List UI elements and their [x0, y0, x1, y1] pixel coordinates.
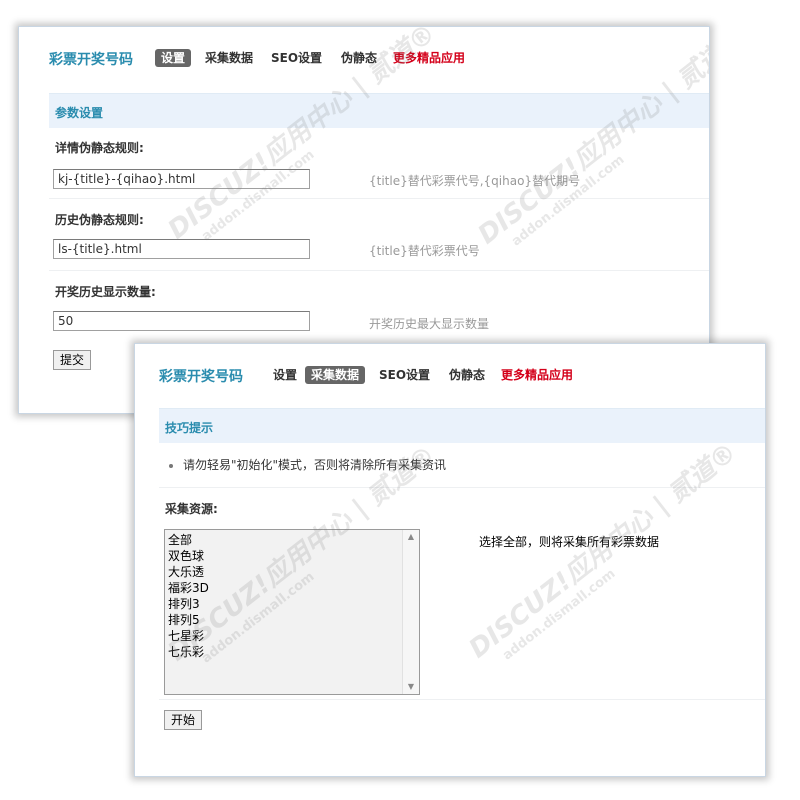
source-option[interactable]: 大乐透 [168, 564, 209, 580]
listbox-scrollbar[interactable]: ▲ ▼ [402, 530, 419, 694]
scroll-up-icon[interactable]: ▲ [403, 530, 419, 544]
section-title: 技巧提示 [165, 421, 214, 435]
collect-panel: 彩票开奖号码 设置 采集数据 SEO设置 伪静态 更多精品应用 技巧提示 请勿轻… [134, 343, 766, 777]
watermark-brand: DISCUZ!应用中心 | 贰道® [463, 437, 743, 665]
watermark: DISCUZ!应用中心 | 贰道® addon.dismall.com [460, 433, 752, 677]
section-title: 参数设置 [55, 106, 104, 120]
source-option[interactable]: 七乐彩 [168, 644, 209, 660]
divider [49, 270, 709, 271]
history-count-input[interactable] [53, 311, 310, 331]
section-header: 参数设置 [49, 93, 709, 128]
watermark-url: addon.dismall.com [509, 152, 628, 250]
tab-settings[interactable]: 设置 [155, 49, 192, 67]
watermark-url: addon.dismall.com [500, 566, 619, 664]
top-nav: 彩票开奖号码 设置 采集数据 SEO设置 伪静态 更多精品应用 [159, 364, 759, 386]
detail-rule-hint: {title}替代彩票代号,{qihao}替代期号 [369, 174, 581, 188]
source-note: 选择全部，则将采集所有彩票数据 [479, 535, 660, 549]
tab-seo-settings[interactable]: SEO设置 [373, 366, 436, 384]
submit-button[interactable]: 提交 [53, 350, 92, 370]
detail-rule-label: 详情伪静态规则: [55, 141, 144, 155]
source-option[interactable]: 排列5 [168, 612, 209, 628]
detail-rule-input[interactable] [53, 169, 310, 189]
source-options: 全部 双色球 大乐透 福彩3D 排列3 排列5 七星彩 七乐彩 [168, 532, 209, 660]
section-header: 技巧提示 [159, 408, 765, 443]
history-rule-label: 历史伪静态规则: [55, 213, 144, 227]
scroll-down-icon[interactable]: ▼ [403, 680, 419, 694]
source-option[interactable]: 全部 [168, 532, 209, 548]
tip-text: 请勿轻易"初始化"模式，否则将清除所有采集资讯 [169, 456, 446, 473]
tab-collect-data[interactable]: 采集数据 [305, 366, 366, 384]
tip-message: 请勿轻易"初始化"模式，否则将清除所有采集资讯 [183, 458, 447, 472]
source-option[interactable]: 双色球 [168, 548, 209, 564]
tab-pseudo-static[interactable]: 伪静态 [335, 49, 383, 67]
tab-pseudo-static[interactable]: 伪静态 [443, 366, 491, 384]
history-count-label: 开奖历史显示数量: [55, 285, 156, 299]
divider [159, 487, 765, 488]
source-option[interactable]: 七星彩 [168, 628, 209, 644]
divider [49, 198, 709, 199]
top-nav: 彩票开奖号码 设置 采集数据 SEO设置 伪静态 更多精品应用 [49, 47, 689, 69]
divider [159, 699, 765, 700]
link-more-apps[interactable]: 更多精品应用 [495, 366, 579, 384]
history-rule-hint: {title}替代彩票代号 [369, 244, 480, 258]
tab-settings[interactable]: 设置 [267, 366, 303, 384]
bullet-icon [169, 463, 173, 468]
start-button[interactable]: 开始 [164, 710, 203, 730]
watermark-url: addon.dismall.com [199, 147, 318, 245]
link-more-apps[interactable]: 更多精品应用 [387, 49, 471, 67]
source-option[interactable]: 排列3 [168, 596, 209, 612]
history-count-hint: 开奖历史最大显示数量 [369, 317, 490, 331]
tab-collect-data[interactable]: 采集数据 [199, 49, 259, 67]
source-option[interactable]: 福彩3D [168, 580, 209, 596]
app-title: 彩票开奖号码 [49, 52, 133, 68]
app-title: 彩票开奖号码 [159, 369, 243, 385]
source-listbox[interactable]: 全部 双色球 大乐透 福彩3D 排列3 排列5 七星彩 七乐彩 ▲ ▼ [164, 529, 420, 695]
tab-seo-settings[interactable]: SEO设置 [265, 49, 328, 67]
source-label: 采集资源: [165, 502, 218, 516]
history-rule-input[interactable] [53, 239, 310, 259]
